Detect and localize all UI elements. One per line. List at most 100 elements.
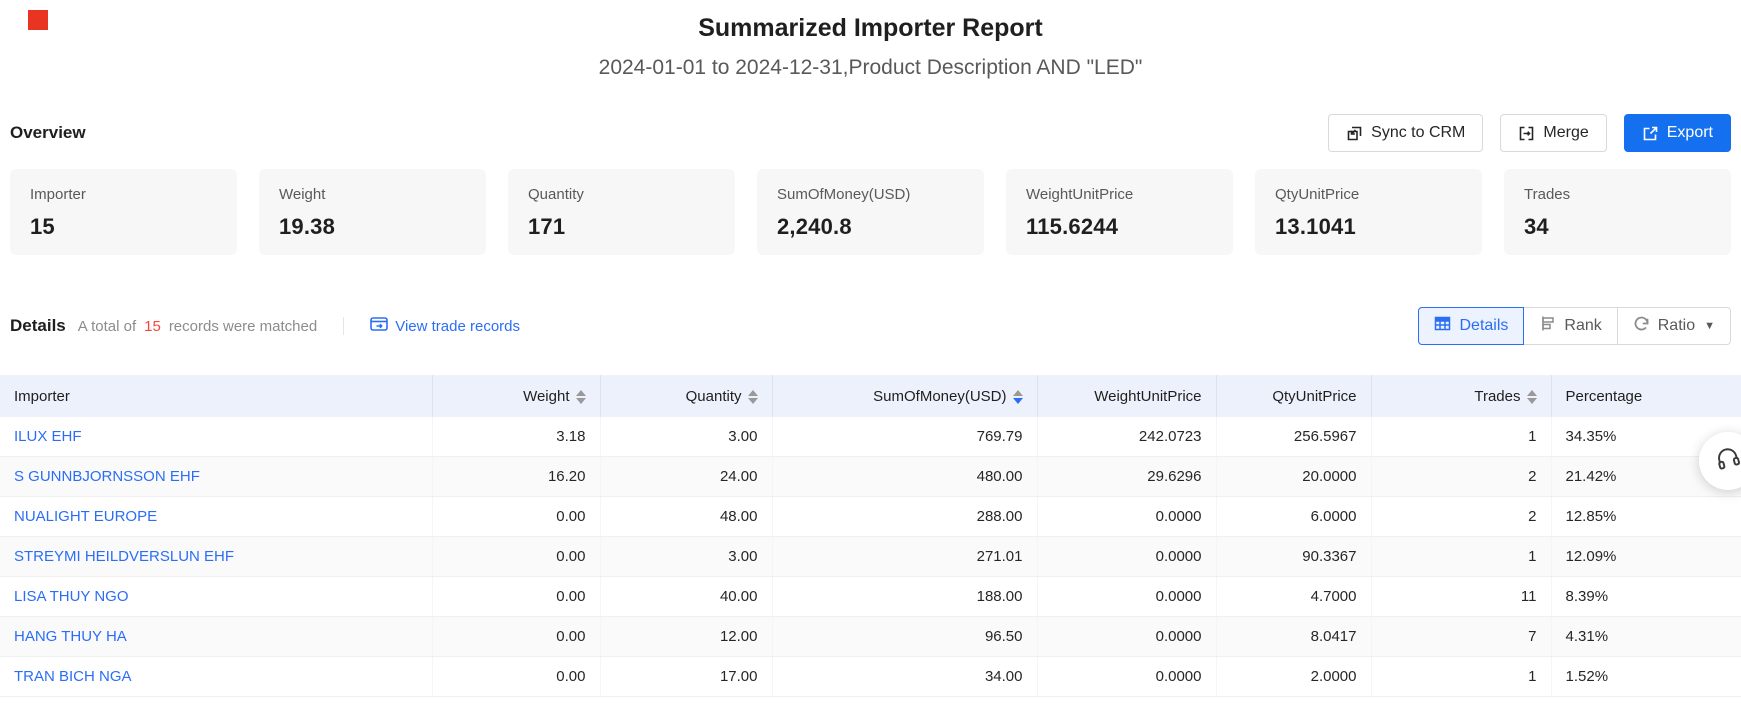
page-subtitle: 2024-01-01 to 2024-12-31,Product Descrip… — [0, 56, 1741, 80]
table-cell: 8.0417 — [1216, 617, 1371, 657]
stat-label: SumOfMoney(USD) — [777, 186, 964, 203]
stat-label: WeightUnitPrice — [1026, 186, 1213, 203]
table-cell: 6.0000 — [1216, 497, 1371, 537]
tab-label: Ratio — [1658, 317, 1695, 335]
table-cell: 2 — [1371, 457, 1551, 497]
importer-link[interactable]: NUALIGHT EUROPE — [14, 508, 157, 525]
table-cell: 0.00 — [432, 497, 600, 537]
table-cell: 24.00 — [600, 457, 772, 497]
matched-suffix: records were matched — [169, 318, 317, 335]
column-header-sumofmoney-usd-[interactable]: SumOfMoney(USD) — [772, 375, 1037, 417]
importer-cell: TRAN BICH NGA — [0, 657, 432, 697]
stat-card: Importer15 — [10, 169, 237, 255]
details-bar: Details A total of 15 records were match… — [0, 307, 1741, 345]
table-cell: 288.00 — [772, 497, 1037, 537]
table-cell: 7 — [1371, 617, 1551, 657]
stat-value: 2,240.8 — [777, 214, 964, 240]
table-cell: 34.00 — [772, 657, 1037, 697]
importer-link[interactable]: STREYMI HEILDVERSLUN EHF — [14, 548, 234, 565]
importer-cell: LISA THUY NGO — [0, 577, 432, 617]
merge-label: Merge — [1543, 124, 1588, 142]
table-icon — [1434, 315, 1451, 337]
toolbar-buttons: Sync to CRM Merge Export — [1328, 114, 1731, 152]
red-marker — [28, 10, 48, 30]
stat-label: Quantity — [528, 186, 715, 203]
matched-text: A total of 15 records were matched — [78, 318, 317, 335]
table-cell: 0.0000 — [1037, 497, 1216, 537]
table-row: LISA THUY NGO0.0040.00188.000.00004.7000… — [0, 577, 1741, 617]
export-button[interactable]: Export — [1624, 114, 1731, 152]
rank-icon — [1539, 315, 1556, 337]
table-cell: 48.00 — [600, 497, 772, 537]
table-cell: 2 — [1371, 497, 1551, 537]
headset-icon — [1715, 446, 1741, 477]
table-cell: 480.00 — [772, 457, 1037, 497]
table-cell: 1.52% — [1551, 657, 1741, 697]
stat-card: Weight19.38 — [259, 169, 486, 255]
importer-link[interactable]: HANG THUY HA — [14, 628, 127, 645]
overview-label: Overview — [10, 123, 86, 143]
table-cell: 1 — [1371, 537, 1551, 577]
table-cell: 12.85% — [1551, 497, 1741, 537]
importer-cell: HANG THUY HA — [0, 617, 432, 657]
table-cell: 188.00 — [772, 577, 1037, 617]
view-trade-records-icon — [370, 316, 388, 336]
column-header-label: Weight — [523, 388, 569, 405]
sync-to-crm-icon — [1346, 125, 1363, 142]
importer-cell: ILUX EHF — [0, 417, 432, 457]
ratio-icon — [1633, 315, 1650, 337]
column-header-trades[interactable]: Trades — [1371, 375, 1551, 417]
table-row: HANG THUY HA0.0012.0096.500.00008.041774… — [0, 617, 1741, 657]
table-cell: 12.09% — [1551, 537, 1741, 577]
importer-link[interactable]: ILUX EHF — [14, 428, 82, 445]
merge-button[interactable]: Merge — [1500, 114, 1606, 152]
table-body: ILUX EHF3.183.00769.79242.0723256.596713… — [0, 417, 1741, 697]
tab-label: Details — [1459, 317, 1508, 335]
importer-cell: STREYMI HEILDVERSLUN EHF — [0, 537, 432, 577]
sync-to-crm-button[interactable]: Sync to CRM — [1328, 114, 1483, 152]
chevron-down-icon: ▼ — [1704, 320, 1715, 332]
view-trade-records-link[interactable]: View trade records — [370, 316, 520, 336]
table-cell: 3.00 — [600, 417, 772, 457]
importer-link[interactable]: TRAN BICH NGA — [14, 668, 132, 685]
column-header-label: SumOfMoney(USD) — [873, 388, 1006, 405]
page-title: Summarized Importer Report — [0, 0, 1741, 43]
table-cell: 0.0000 — [1037, 537, 1216, 577]
table-cell: 0.00 — [432, 577, 600, 617]
merge-icon — [1518, 125, 1535, 142]
table-cell: 96.50 — [772, 617, 1037, 657]
column-header-weight[interactable]: Weight — [432, 375, 600, 417]
importer-table: ImporterWeightQuantitySumOfMoney(USD)Wei… — [0, 375, 1741, 697]
stat-card: Quantity171 — [508, 169, 735, 255]
table-cell: 0.0000 — [1037, 577, 1216, 617]
sync-to-crm-label: Sync to CRM — [1371, 124, 1465, 142]
importer-link[interactable]: S GUNNBJORNSSON EHF — [14, 468, 200, 485]
stat-card: WeightUnitPrice115.6244 — [1006, 169, 1233, 255]
table-cell: 242.0723 — [1037, 417, 1216, 457]
tab-details[interactable]: Details — [1418, 307, 1524, 345]
table-cell: 11 — [1371, 577, 1551, 617]
table-header-row: ImporterWeightQuantitySumOfMoney(USD)Wei… — [0, 375, 1741, 417]
column-header-label: QtyUnitPrice — [1272, 388, 1356, 405]
table-cell: 4.31% — [1551, 617, 1741, 657]
table-cell: 12.00 — [600, 617, 772, 657]
tab-ratio[interactable]: Ratio ▼ — [1617, 307, 1731, 345]
tab-rank[interactable]: Rank — [1523, 307, 1617, 345]
table-row: STREYMI HEILDVERSLUN EHF0.003.00271.010.… — [0, 537, 1741, 577]
column-header-qtyunitprice: QtyUnitPrice — [1216, 375, 1371, 417]
table-cell: 8.39% — [1551, 577, 1741, 617]
table-row: S GUNNBJORNSSON EHF16.2024.00480.0029.62… — [0, 457, 1741, 497]
column-header-label: WeightUnitPrice — [1094, 388, 1201, 405]
importer-link[interactable]: LISA THUY NGO — [14, 588, 129, 605]
column-header-quantity[interactable]: Quantity — [600, 375, 772, 417]
sort-icon[interactable] — [1527, 390, 1537, 404]
sort-icon[interactable] — [576, 390, 586, 404]
stat-card: QtyUnitPrice13.1041 — [1255, 169, 1482, 255]
details-title: Details — [10, 316, 66, 336]
table-cell: 3.00 — [600, 537, 772, 577]
sort-icon[interactable] — [748, 390, 758, 404]
matched-prefix: A total of — [78, 318, 136, 335]
table-cell: 90.3367 — [1216, 537, 1371, 577]
sort-icon[interactable] — [1013, 390, 1023, 404]
column-header-label: Quantity — [686, 388, 742, 405]
